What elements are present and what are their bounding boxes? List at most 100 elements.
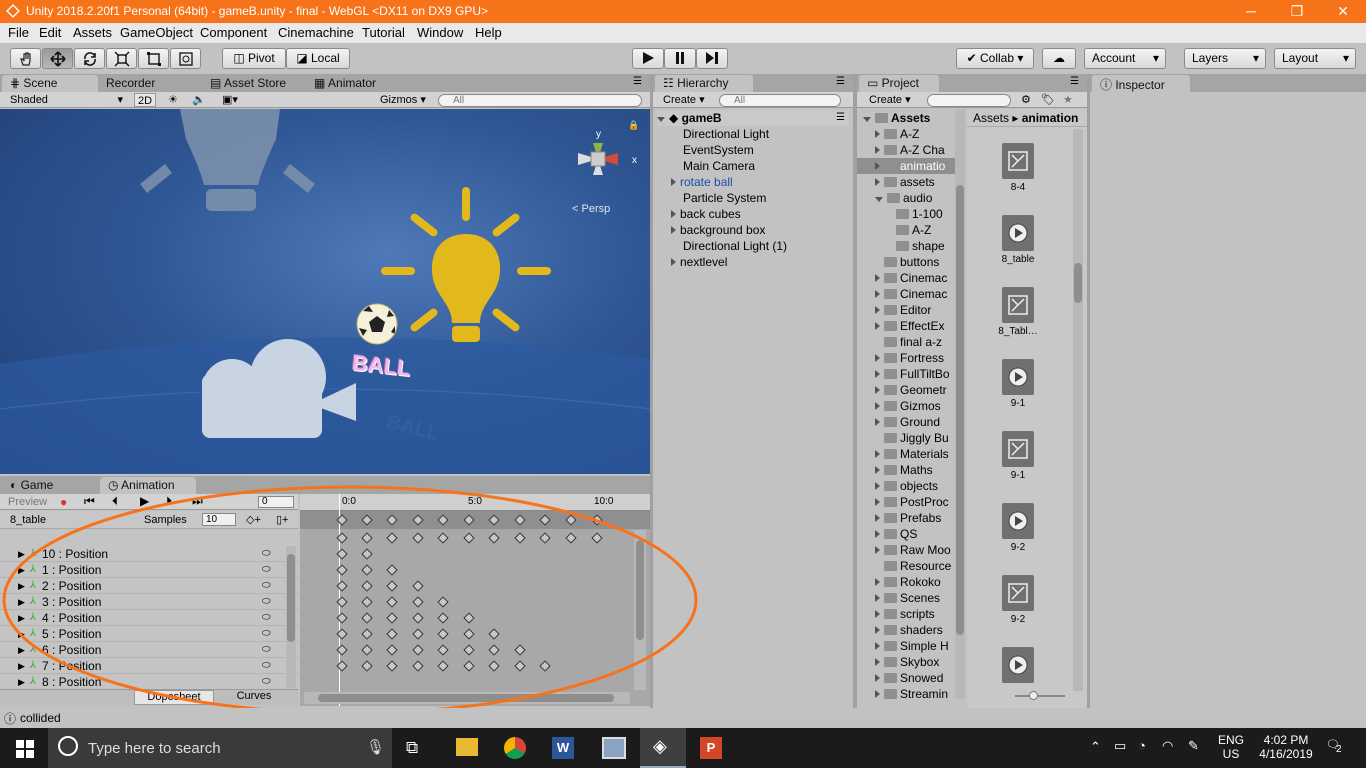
project-folder[interactable]: audio [875,190,932,206]
project-folder[interactable]: 1-100 [887,206,943,222]
pen-icon[interactable]: ✎ [1188,738,1199,754]
animation-clip-icon[interactable] [1002,503,1034,539]
hierarchy-item[interactable]: Main Camera [683,158,755,174]
project-folder[interactable]: QS [875,526,917,542]
project-folder[interactable]: Resource [875,558,951,574]
project-folder[interactable]: A-Z [887,222,931,238]
hierarchy-item[interactable]: Directional Light [683,126,769,142]
audio-toggle-icon[interactable]: 🔈 [192,93,206,107]
tab-asset-store[interactable]: ▤ Asset Store [202,75,294,92]
expand-arrow-icon[interactable] [875,450,880,458]
minimize-button[interactable]: ─ [1228,0,1274,23]
expand-arrow-icon[interactable] [875,130,880,138]
scene-menu-icon[interactable]: ☰ [836,110,845,126]
expand-arrow-icon[interactable] [671,178,676,186]
tab-inspector[interactable]: ⓘ Inspector [1092,75,1190,92]
asset-scrollbar-thumb[interactable] [1074,263,1082,303]
tab-animator[interactable]: ▦ Animator [306,75,384,92]
expand-arrow-icon[interactable] [875,658,880,666]
expand-arrow-icon[interactable] [671,258,676,266]
expand-arrow-icon[interactable] [875,690,880,698]
project-folder[interactable]: shaders [875,622,943,638]
project-folder[interactable]: Ground [875,414,940,430]
animator-controller-icon[interactable] [1002,575,1034,611]
tab-recorder[interactable]: Recorder [98,75,163,92]
expand-arrow-icon[interactable] [875,162,880,170]
animator-controller-icon[interactable] [1002,143,1034,179]
close-button[interactable]: ✕ [1320,0,1366,23]
expand-arrow-icon[interactable] [875,146,880,154]
expand-arrow-icon[interactable] [875,354,880,362]
clock[interactable]: 4:02 PM 4/16/2019 [1256,733,1316,761]
expand-arrow-icon[interactable] [875,370,880,378]
project-folder[interactable]: buttons [875,254,939,270]
cloud-button[interactable]: ☁ [1042,48,1076,69]
show-hidden-icons[interactable]: ⌃ [1090,739,1101,755]
menu-component[interactable]: Component [200,25,267,40]
project-folder[interactable]: assets [875,174,935,190]
hierarchy-item[interactable]: nextlevel [671,254,727,270]
expand-arrow-icon[interactable] [875,290,880,298]
project-search-input[interactable] [927,94,1011,107]
notification-icon[interactable]: 🗨 2 [1326,738,1342,755]
project-folder[interactable]: final a-z [875,334,942,350]
project-folder[interactable]: scripts [875,606,935,622]
play-button[interactable] [632,48,664,69]
panel-menu-icon[interactable]: ☰ [1070,76,1079,87]
hierarchy-item[interactable]: EventSystem [683,142,754,158]
layout-dropdown[interactable]: Layout ▾ [1274,48,1356,69]
folder-scrollbar[interactable] [955,109,965,699]
animation-clip-icon[interactable] [1002,359,1034,395]
expand-arrow-icon[interactable] [863,117,871,122]
toggle-2d-button[interactable]: 2D [134,93,156,107]
language-indicator[interactable]: ENG US [1214,733,1248,761]
project-folder[interactable]: EffectEx [875,318,944,334]
hierarchy-item[interactable]: rotate ball [671,174,733,190]
favorite-icon[interactable]: ★ [1063,93,1073,106]
panel-menu-icon[interactable]: ☰ [633,76,642,87]
expand-arrow-icon[interactable] [875,546,880,554]
expand-arrow-icon[interactable] [875,594,880,602]
expand-arrow-icon[interactable] [671,210,676,218]
project-folder[interactable]: Prefabs [875,510,941,526]
assets-root-folder[interactable]: Assets [863,110,930,126]
hierarchy-item[interactable]: Directional Light (1) [683,238,787,254]
persp-label[interactable]: < Persp [572,203,610,215]
project-folder[interactable]: Editor [875,302,931,318]
pause-button[interactable] [664,48,696,69]
expand-arrow-icon[interactable] [875,482,880,490]
menu-edit[interactable]: Edit [39,25,61,40]
hierarchy-item[interactable]: background box [671,222,765,238]
project-folder[interactable]: FullTiltBo [875,366,950,382]
project-folder[interactable]: Gizmos [875,398,941,414]
expand-arrow-icon[interactable] [875,402,880,410]
menu-window[interactable]: Window [417,25,463,40]
panel-menu-icon[interactable]: ☰ [836,76,845,87]
wifi-icon[interactable]: ◠ [1162,738,1173,754]
folder-scrollbar-thumb[interactable] [956,185,964,635]
project-folder[interactable]: animatio [857,158,957,174]
project-folder[interactable]: objects [875,478,938,494]
project-folder[interactable]: Snowed [875,670,943,686]
expand-arrow-icon[interactable] [875,274,880,282]
expand-arrow-icon[interactable] [875,498,880,506]
project-folder[interactable]: Fortress [875,350,944,366]
animation-clip-icon[interactable] [1002,647,1034,683]
animator-controller-icon[interactable] [1002,431,1034,467]
menu-cinemachine[interactable]: Cinemachine [278,25,354,40]
project-folder[interactable]: Streamin [875,686,948,702]
photos-icon[interactable] [602,737,626,759]
project-folder[interactable]: Cinemac [875,286,947,302]
menu-assets[interactable]: Assets [73,25,112,40]
expand-arrow-icon[interactable] [875,466,880,474]
project-folder[interactable]: Rokoko [875,574,941,590]
rotate-tool-button[interactable] [74,48,105,69]
project-folder[interactable]: Raw Moo [875,542,951,558]
shading-mode-dropdown[interactable]: Shaded ▾ [10,93,125,107]
hierarchy-item[interactable]: back cubes [671,206,741,222]
project-folder[interactable]: Jiggly Bu [875,430,949,446]
task-view-icon[interactable]: ⧉ [406,738,418,758]
windows-start-icon[interactable] [16,740,34,758]
scene-search-input[interactable]: All [438,94,642,107]
menu-gameobject[interactable]: GameObject [120,25,193,40]
